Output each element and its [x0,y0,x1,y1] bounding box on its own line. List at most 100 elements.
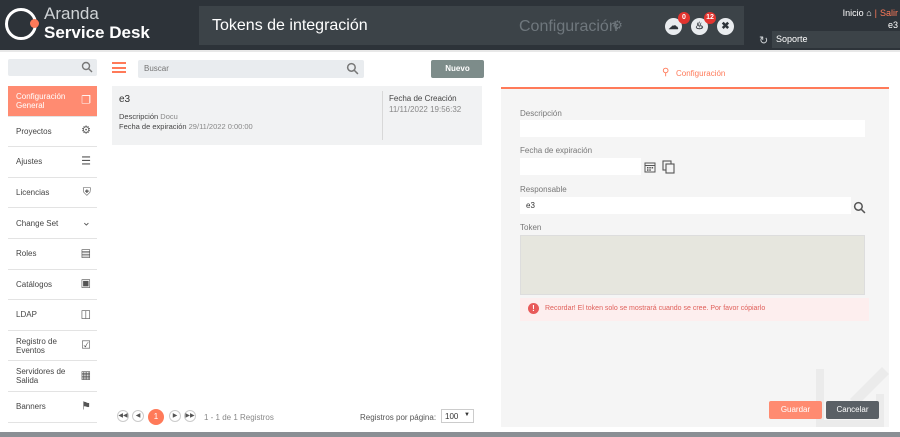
sidebar-item-label: Catálogos [16,279,53,289]
sidebar-item-proyectos[interactable]: Proyectos ⚙ [8,117,97,148]
per-page-value: 100 [445,412,459,421]
record-divider [382,91,383,140]
sidebar-item-label: Proyectos [16,126,52,136]
list-search-box [138,60,364,78]
token-alert: ! Recordar! El token solo se mostrará cu… [520,298,869,321]
expiration-value: 29/11/2022 0:00:00 [188,122,253,131]
sidebar-item-roles[interactable]: Roles ▤ [8,239,97,270]
aranda-logo [5,8,39,40]
menu-icon[interactable] [112,62,126,73]
expiration-label: Fecha de expiración [520,146,593,155]
bell-icon[interactable]: ♨ 12 [691,12,716,35]
notifications-badge: 12 [704,12,716,24]
sidebar-item-licencias[interactable]: Licencias ⛨ [8,178,97,209]
tools-icon[interactable]: ✖ [717,18,734,35]
user-name: e3 [887,20,898,30]
sidebar-item-ajustes[interactable]: Ajustes ☰ [8,147,97,178]
sidebar-item-label: LDAP [16,310,37,320]
cancel-button[interactable]: Cancelar [826,401,879,419]
per-page-select[interactable]: 100 ▼ [441,409,474,423]
config-label[interactable]: Configuración [519,18,618,36]
sidebar-item-catalogos[interactable]: Catálogos ▣ [8,270,97,301]
sidebar-item-label: Configuración General [16,91,66,110]
token-textarea[interactable] [520,235,865,295]
sidebar-item-label: Servidores de Salida [16,367,66,386]
bottom-bar [0,432,900,437]
search-input[interactable] [144,64,334,73]
last-page-button[interactable]: ▶▶ [184,410,196,422]
header-divider [0,50,900,52]
page-title: Tokens de integración [212,17,368,34]
sidebar-item-configuracion-general[interactable]: Configuración General ❐ [8,86,97,117]
description-label: Descripción [119,112,159,121]
alert-text: Recordar! El token solo se mostrará cuan… [545,305,766,312]
token-label: Token [520,223,542,232]
token-list-item[interactable]: e3 Descripción Docu Fecha de expiración … [112,86,482,145]
cloud-upload-icon[interactable]: ☁ 0 [665,12,690,35]
tab-label: Configuración [676,69,726,78]
description-input[interactable] [520,120,865,137]
caret-down-icon: ▼ [464,412,470,418]
responsible-input[interactable] [520,197,851,214]
alert-icon: ! [528,303,539,314]
first-page-button[interactable]: ◀◀ [117,410,129,422]
prev-page-button[interactable]: ◀ [132,410,144,422]
search-icon[interactable] [346,62,359,75]
per-page-label: Registros por página: [360,413,437,422]
description-value: Docu [160,112,178,121]
divider: | [874,8,877,18]
sidebar-item-ldap[interactable]: LDAP ◫ [8,300,97,331]
id-badge-icon: ▤ [80,247,91,260]
calendar-icon[interactable] [644,161,656,173]
created-value: 11/11/2022 19:56:32 [389,105,462,114]
chevron-down-icon: ⌄ [81,216,91,229]
logout-link[interactable]: Salir [880,8,898,18]
expiration-label: Fecha de expiración [119,122,187,131]
clipboard-icon: ☑ [81,339,91,352]
search-icon[interactable] [81,61,93,73]
search-icon[interactable] [853,201,866,214]
title-bar: Tokens de integración Configuración ⚙ ☁ … [199,6,744,45]
gear-icon[interactable]: ⚙ [612,18,623,32]
new-button[interactable]: Nuevo [431,60,484,78]
description-label: Descripción [520,109,562,118]
sidebar-item-label: Change Set [16,218,59,228]
copy-icon: ❐ [81,94,91,107]
sidebar-item-label: Roles [16,249,37,259]
sidebar-item-registro-eventos[interactable]: Registro de Eventos ☑ [8,331,97,362]
pagination-info: 1 - 1 de 1 Registros [204,413,274,422]
sidebar-item-label: Registro de Eventos [16,336,57,355]
token-form-panel: ⚲ Configuración Descripción Fecha de exp… [501,59,889,427]
token-description-line: Descripción Docu [119,112,178,121]
config-tab-icon: ⚲ [662,67,670,78]
tab-configuracion[interactable]: ⚲ Configuración [501,59,889,89]
shield-icon: ⛨ [82,186,91,199]
current-page[interactable]: 1 [148,409,164,425]
upload-badge: 0 [678,12,690,24]
support-select[interactable]: Soporte [772,31,900,48]
home-link[interactable]: Inicio [843,8,864,18]
sidebar-search-input[interactable] [8,59,97,76]
sidebar: Configuración General ❐ Proyectos ⚙ Ajus… [8,86,97,423]
token-expiration-line: Fecha de expiración 29/11/2022 0:00:00 [119,122,253,131]
save-button[interactable]: Guardar [769,401,822,419]
sidebar-item-change-set[interactable]: Change Set ⌄ [8,208,97,239]
brand-name-line2: Service Desk [44,23,150,42]
folder-icon: ◫ [80,308,91,321]
top-header: Aranda Service Desk Tokens de integració… [0,0,900,52]
gear-icon: ⚙ [81,124,91,137]
sidebar-item-label: Banners [16,402,46,412]
flag-icon: ⚑ [81,400,91,413]
sidebar-item-servidores-salida[interactable]: Servidores de Salida ▦ [8,361,97,392]
expiration-input[interactable] [520,158,641,175]
refresh-icon[interactable]: ↻ [759,34,768,47]
sidebar-item-label: Ajustes [16,157,43,167]
home-icon[interactable]: ⌂ [866,8,871,18]
responsible-label: Responsable [520,185,567,194]
brand-name-line1: Aranda [44,4,99,23]
next-page-button[interactable]: ▶ [169,410,181,422]
copy-icon[interactable] [662,160,675,174]
sliders-icon: ☰ [81,155,91,168]
catalog-icon: ▣ [80,277,91,290]
sidebar-item-banners[interactable]: Banners ⚑ [8,392,97,423]
